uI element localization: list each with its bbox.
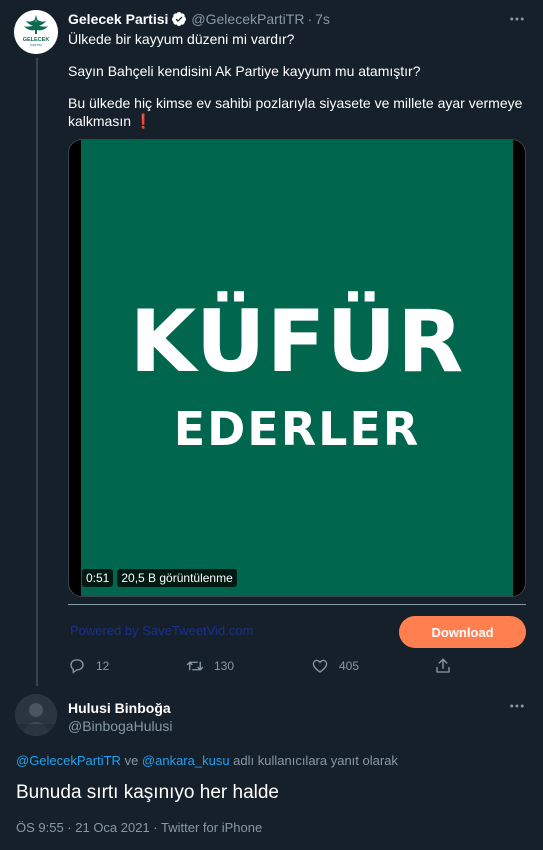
reply-conj: ve: [120, 753, 142, 768]
reply-suffix: adlı kullanıcılara yanıt olarak: [229, 753, 398, 768]
thread-line: [36, 58, 38, 686]
like-count: 405: [339, 659, 360, 673]
tweet-line-3: Bu ülkede hiç kimse ev sahibi pozlarıyla…: [68, 95, 523, 129]
gelecek-logo-icon: GELECEK PARTİSİ: [14, 10, 58, 54]
reply-context: @GelecekPartiTR ve @ankara_kusu adlı kul…: [16, 753, 398, 768]
video-title-text: KÜFÜR: [129, 292, 465, 392]
author-handle[interactable]: @GelecekPartiTR: [191, 11, 304, 27]
more-icon[interactable]: [508, 697, 526, 715]
mention-link[interactable]: @GelecekPartiTR: [16, 753, 121, 768]
author-name[interactable]: Hulusi Binboğa: [68, 700, 171, 716]
tweet-actions: 12 130 405: [68, 657, 468, 675]
avatar[interactable]: [15, 694, 57, 736]
exclamation-emoji: ❗: [134, 113, 153, 129]
tweet-header: Gelecek Partisi @GelecekPartiTR · 7s: [68, 10, 330, 28]
more-icon[interactable]: [508, 10, 526, 28]
tweet-line-2: Sayın Bahçeli kendisini Ak Partiye kayyu…: [68, 63, 421, 79]
mention-link[interactable]: @ankara_kusu: [142, 753, 230, 768]
video-subtitle-text: EDERLER: [173, 402, 421, 456]
like-icon: [312, 659, 328, 673]
video-views: 20,5 B görüntülenme: [117, 569, 237, 587]
tweet-text: Ülkede bir kayyum düzeni mi vardır? Sayı…: [68, 30, 528, 130]
video-frame: KÜFÜR EDERLER: [81, 140, 513, 596]
tweet-time[interactable]: 7s: [315, 11, 330, 27]
share-icon: [436, 658, 450, 673]
reply-tweet: Hulusi Binboğa @BinbogaHulusi @GelecekPa…: [0, 686, 543, 850]
tweet-meta[interactable]: ÖS 9:55 · 21 Oca 2021 · Twitter for iPho…: [16, 820, 262, 835]
separator: ·: [307, 11, 313, 27]
tweet-text: Bunuda sırtı kaşınıyo her halde: [16, 782, 279, 803]
avatar[interactable]: GELECEK PARTİSİ: [14, 10, 58, 54]
extension-divider: [68, 604, 526, 605]
tweet-line-1: Ülkede bir kayyum düzeni mi vardır?: [68, 31, 295, 47]
reply-action[interactable]: 12: [68, 657, 109, 675]
share-action[interactable]: [434, 657, 462, 675]
video-duration: 0:51: [82, 569, 114, 587]
like-action[interactable]: 405: [311, 657, 359, 675]
retweet-count: 130: [214, 659, 235, 673]
video-player[interactable]: KÜFÜR EDERLER 0:51 20,5 B görüntülenme: [68, 139, 526, 597]
powered-by-link[interactable]: Powered by SaveTweetVid.com: [70, 623, 253, 638]
download-button[interactable]: Download: [399, 616, 526, 648]
author-name[interactable]: Gelecek Partisi: [68, 11, 168, 27]
reply-icon: [70, 659, 84, 674]
video-badges: 0:51 20,5 B görüntülenme: [82, 569, 237, 587]
verified-icon: [172, 12, 187, 27]
person-photo-icon: [15, 694, 57, 736]
retweet-icon: [186, 661, 204, 671]
reply-count: 12: [96, 659, 110, 673]
retweet-action[interactable]: 130: [186, 657, 234, 675]
author-handle[interactable]: @BinbogaHulusi: [68, 718, 173, 734]
svg-text:PARTİSİ: PARTİSİ: [30, 42, 42, 47]
